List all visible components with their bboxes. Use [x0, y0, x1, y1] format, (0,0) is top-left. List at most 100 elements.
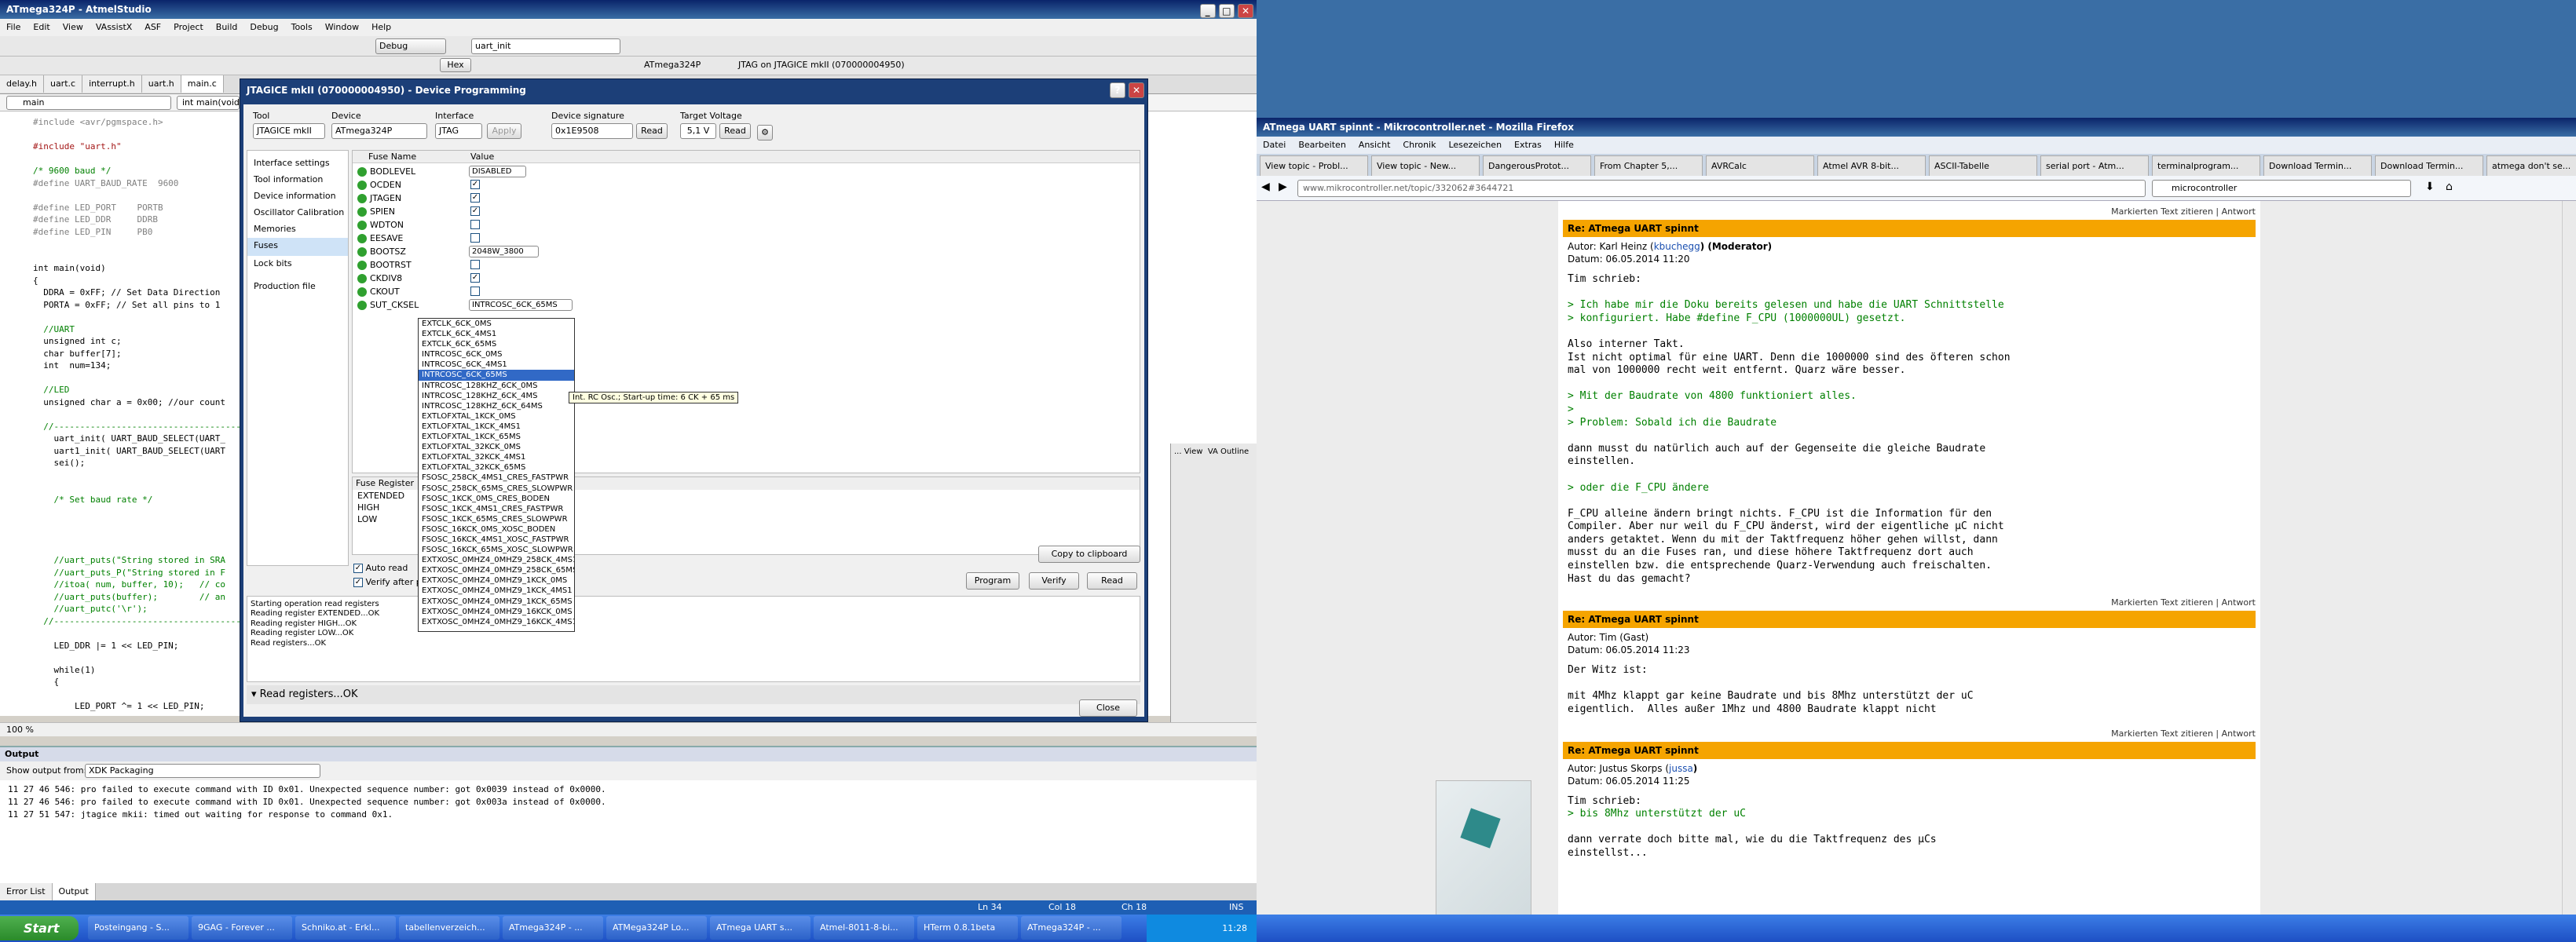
dropdown-option[interactable]: EXTXOSC_0MHZ4_0MHZ9_1KCK_4MS1: [419, 586, 574, 596]
target-select[interactable]: uart_init: [471, 38, 620, 54]
sut-cksel-dropdown[interactable]: EXTCLK_6CK_0MS EXTCLK_6CK_4MS1 EXTCLK_6CK_…: [418, 318, 575, 632]
file-tab[interactable]: uart.c: [43, 75, 83, 93]
dropdown-option[interactable]: INTRCOSC_128KHZ_6CK_4MS: [419, 391, 574, 401]
ff-menu-item[interactable]: Hilfe: [1548, 137, 1580, 154]
menu-item-file[interactable]: File: [0, 19, 27, 36]
dropdown-option[interactable]: FSOSC_16KCK_4MS1_XOSC_FASTPWR: [419, 535, 574, 545]
settings-gear-icon[interactable]: ⚙: [757, 125, 773, 141]
apply-button[interactable]: Apply: [487, 123, 521, 139]
ff-menu-item[interactable]: Ansicht: [1352, 137, 1397, 154]
menu-item-asf[interactable]: ASF: [138, 19, 167, 36]
quote-link[interactable]: Markierten Text zitieren: [2111, 597, 2213, 608]
file-tab[interactable]: delay.h: [0, 75, 44, 93]
fuse-value-select[interactable]: DISABLED: [469, 166, 527, 177]
browser-tab[interactable]: From Chapter 5,...: [1594, 155, 1703, 176]
menu-item-window[interactable]: Window: [319, 19, 365, 36]
copy-clipboard-button[interactable]: Copy to clipboard: [1038, 546, 1140, 563]
dialog-close-icon[interactable]: ✕: [1129, 82, 1144, 98]
browser-tab[interactable]: Atmel AVR 8-bit...: [1817, 155, 1926, 176]
browser-tab[interactable]: Download Termin...: [2263, 155, 2372, 176]
back-icon[interactable]: ◀: [1261, 181, 1270, 193]
download-icon[interactable]: ⬇: [2425, 181, 2435, 193]
dialog-nav-item[interactable]: Oscillator Calibration: [247, 205, 348, 221]
dropdown-option[interactable]: FSOSC_258CK_65MS_CRES_SLOWPWR: [419, 484, 574, 494]
dropdown-option[interactable]: EXTLOFXTAL_1KCK_65MS: [419, 432, 574, 442]
dropdown-option[interactable]: FSOSC_16KCK_65MS_XOSC_SLOWPWR: [419, 545, 574, 555]
ff-menu-item[interactable]: Bearbeiten: [1292, 137, 1352, 154]
fuse-value-select[interactable]: INTRCOSC_6CK_65MS: [469, 299, 573, 311]
device-indicator[interactable]: ATmega324P: [644, 60, 701, 70]
ff-menu-item[interactable]: Datei: [1257, 137, 1292, 154]
dropdown-option[interactable]: EXTLOFXTAL_32KCK_0MS: [419, 442, 574, 452]
dropdown-option[interactable]: FSOSC_16KCK_0MS_XOSC_BODEN: [419, 524, 574, 535]
dialog-nav-item[interactable]: Lock bits: [247, 256, 348, 272]
dropdown-option[interactable]: FSOSC_1KCK_65MS_CRES_SLOWPWR: [419, 514, 574, 524]
quote-link[interactable]: Markierten Text zitieren: [2111, 206, 2213, 217]
author-link[interactable]: jussa: [1669, 763, 1693, 774]
close-icon[interactable]: ✕: [1238, 4, 1253, 18]
menu-item-vassistx[interactable]: VAssistX: [90, 19, 138, 36]
fuse-value-select[interactable]: 2048W_3800: [469, 246, 539, 257]
menu-item-help[interactable]: Help: [365, 19, 397, 36]
taskbar-item[interactable]: Atmel-8011-8-bi...: [814, 916, 914, 940]
maximize-icon[interactable]: □: [1218, 4, 1235, 18]
taskbar-item[interactable]: ATMega324P Lo...: [606, 916, 707, 940]
taskbar-item[interactable]: HTerm 0.8.1beta: [917, 916, 1018, 940]
dropdown-option[interactable]: EXTXOSC_0MHZ4_0MHZ9_16KCK_0MS: [419, 607, 574, 617]
dropdown-option[interactable]: EXTCLK_6CK_65MS: [419, 339, 574, 349]
browser-tab[interactable]: atmega don't se...: [2486, 155, 2576, 176]
dropdown-option[interactable]: INTRCOSC_6CK_4MS1: [419, 360, 574, 370]
va-outline-tab[interactable]: VA Outline: [1208, 447, 1249, 456]
browser-tab[interactable]: View topic - Probl...: [1260, 155, 1368, 176]
dropdown-option[interactable]: EXTLOFXTAL_32KCK_4MS1: [419, 452, 574, 462]
ff-menu-item[interactable]: Extras: [1508, 137, 1548, 154]
dialog-nav-item[interactable]: Interface settings: [247, 155, 348, 172]
help-icon[interactable]: ?: [1110, 82, 1125, 98]
fuse-checkbox[interactable]: [470, 287, 480, 296]
dropdown-option[interactable]: EXTLOFXTAL_32KCK_65MS: [419, 462, 574, 473]
page-scrollbar[interactable]: [2562, 201, 2576, 942]
browser-tab[interactable]: Download Termin...: [2375, 155, 2483, 176]
signature-read-button[interactable]: Read: [636, 123, 668, 139]
expand-icon[interactable]: ▾: [251, 688, 257, 700]
menu-item-build[interactable]: Build: [210, 19, 244, 36]
dropdown-option[interactable]: EXTXOSC_0MHZ4_0MHZ9_1KCK_0MS: [419, 575, 574, 586]
forward-icon[interactable]: ▶: [1279, 181, 1287, 193]
nav-scope-select[interactable]: main: [6, 96, 171, 110]
dropdown-option[interactable]: FSOSC_258CK_4MS1_CRES_FASTPWR: [419, 473, 574, 483]
device-select[interactable]: ATmega324P: [331, 123, 427, 139]
bottom-tab[interactable]: Output: [52, 883, 96, 900]
fuse-checkbox[interactable]: ✓: [470, 206, 480, 216]
fuse-checkbox[interactable]: [470, 233, 480, 243]
hex-button[interactable]: Hex: [440, 58, 471, 72]
menu-item-tools[interactable]: Tools: [285, 19, 319, 36]
fuse-checkbox[interactable]: [470, 260, 480, 269]
dropdown-option[interactable]: EXTXOSC_0MHZ4_0MHZ9_1KCK_65MS: [419, 597, 574, 607]
dialog-nav-item[interactable]: Fuses: [247, 238, 348, 256]
taskbar-item[interactable]: Schniko.at - Erkl...: [295, 916, 396, 940]
browser-tab[interactable]: AVRCalc: [1706, 155, 1814, 176]
dropdown-option[interactable]: FSOSC_1KCK_0MS_CRES_BODEN: [419, 494, 574, 504]
bottom-tab[interactable]: Error List: [0, 883, 53, 900]
fuse-checkbox[interactable]: [470, 220, 480, 229]
browser-tab[interactable]: serial port - Atm...: [2040, 155, 2149, 176]
zoom-level[interactable]: 100 %: [0, 725, 34, 735]
dialog-close-button[interactable]: Close: [1079, 699, 1137, 717]
menu-item-debug[interactable]: Debug: [243, 19, 284, 36]
dropdown-option[interactable]: EXTXOSC_0MHZ4_0MHZ9_16KCK_4MS1: [419, 617, 574, 627]
file-tab[interactable]: interrupt.h: [82, 75, 142, 93]
voltage-read-button[interactable]: Read: [719, 123, 751, 139]
dropdown-option[interactable]: INTRCOSC_6CK_0MS: [419, 349, 574, 360]
taskbar-item[interactable]: ATmega324P - ...: [503, 916, 603, 940]
reply-link[interactable]: Antwort: [2222, 728, 2256, 739]
dialog-nav-item[interactable]: Memories: [247, 221, 348, 238]
browser-tab[interactable]: View topic - New...: [1371, 155, 1480, 176]
dropdown-option[interactable]: EXTXOSC_0MHZ4_0MHZ9_258CK_65MS: [419, 565, 574, 575]
browser-tab[interactable]: DangerousProtot...: [1483, 155, 1591, 176]
dropdown-option[interactable]: INTRCOSC_128KHZ_6CK_64MS: [419, 401, 574, 411]
ff-menu-item[interactable]: Lesezeichen: [1442, 137, 1508, 154]
ff-menu-item[interactable]: Chronik: [1396, 137, 1442, 154]
dropdown-option[interactable]: INTRCOSC_128KHZ_6CK_0MS: [419, 381, 574, 391]
dropdown-option[interactable]: FSOSC_1KCK_4MS1_CRES_FASTPWR: [419, 504, 574, 514]
menu-item-view[interactable]: View: [57, 19, 90, 36]
